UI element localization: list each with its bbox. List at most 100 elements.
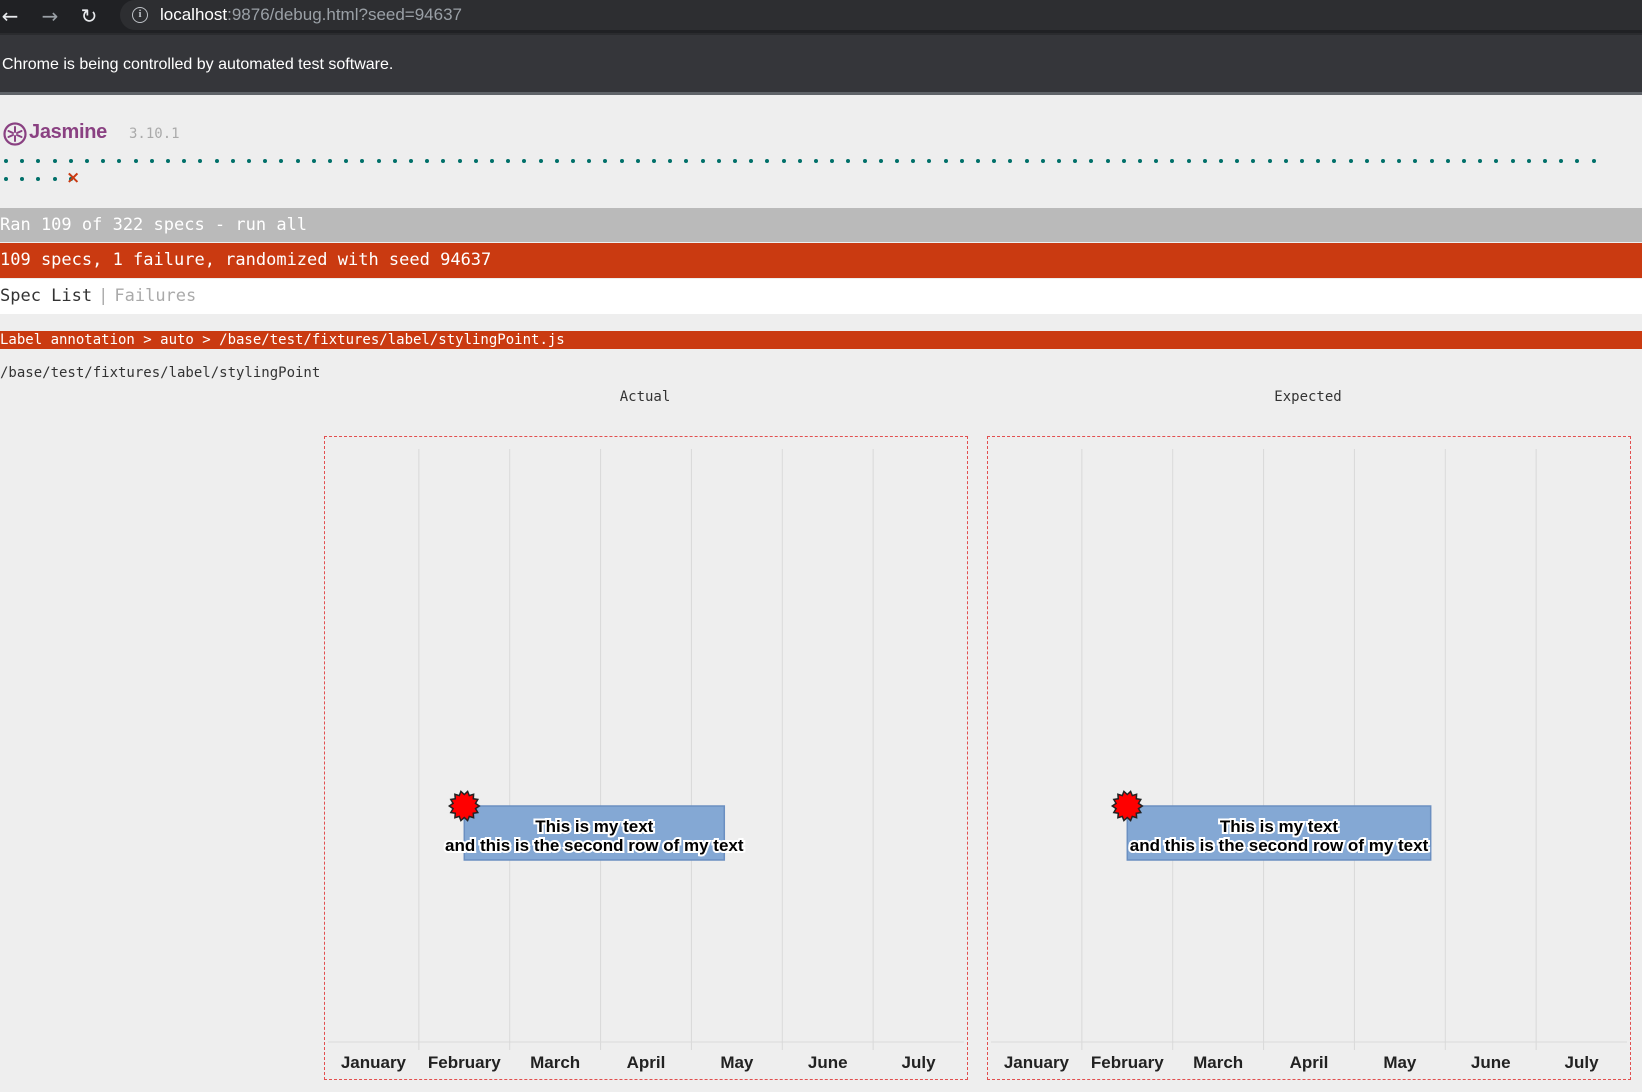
- passed-spec-dot[interactable]: [846, 159, 851, 163]
- ran-specs-text[interactable]: Ran 109 of 322 specs - run all: [0, 215, 307, 235]
- address-bar[interactable]: i localhost:9876/debug.html?seed=94637: [120, 0, 1642, 30]
- passed-spec-dot[interactable]: [749, 159, 754, 163]
- passed-spec-dot[interactable]: [166, 159, 170, 163]
- passed-spec-dot[interactable]: [571, 159, 575, 163]
- passed-spec-dot[interactable]: [425, 159, 430, 163]
- passed-spec-dot[interactable]: [1332, 159, 1337, 163]
- passed-spec-dot[interactable]: [1429, 159, 1434, 163]
- passed-spec-dot[interactable]: [1235, 159, 1240, 163]
- passed-spec-dot[interactable]: [263, 159, 268, 163]
- passed-spec-dot[interactable]: [392, 159, 397, 163]
- passed-spec-dot[interactable]: [1381, 159, 1385, 163]
- passed-spec-dot[interactable]: [895, 159, 899, 163]
- passed-spec-dot[interactable]: [52, 177, 57, 181]
- passed-spec-dot[interactable]: [992, 159, 997, 163]
- passed-spec-dot[interactable]: [1089, 159, 1094, 163]
- passed-spec-dot[interactable]: [927, 159, 932, 163]
- passed-spec-dot[interactable]: [603, 159, 608, 163]
- passed-spec-dot[interactable]: [1008, 159, 1013, 163]
- passed-spec-dot[interactable]: [1348, 159, 1353, 163]
- passed-spec-dot[interactable]: [409, 159, 413, 163]
- info-icon[interactable]: i: [132, 7, 148, 23]
- passed-spec-dot[interactable]: [862, 159, 867, 163]
- passed-spec-dot[interactable]: [149, 159, 154, 163]
- passed-spec-dot[interactable]: [1526, 159, 1531, 163]
- passed-spec-dot[interactable]: [506, 159, 511, 163]
- passed-spec-dot[interactable]: [814, 159, 818, 163]
- passed-spec-dot[interactable]: [1543, 159, 1547, 163]
- passed-spec-dot[interactable]: [295, 159, 300, 163]
- passed-spec-dot[interactable]: [247, 159, 251, 163]
- passed-spec-dot[interactable]: [522, 159, 527, 163]
- passed-spec-dot[interactable]: [1478, 159, 1483, 163]
- passed-spec-dot[interactable]: [279, 159, 284, 163]
- reload-icon[interactable]: ↻: [76, 3, 102, 29]
- passed-spec-dot[interactable]: [1251, 159, 1256, 163]
- passed-spec-dot[interactable]: [587, 159, 592, 163]
- passed-spec-dot[interactable]: [797, 159, 802, 163]
- passed-spec-dot[interactable]: [1575, 159, 1580, 163]
- passed-spec-dot[interactable]: [1154, 159, 1159, 163]
- passed-spec-dot[interactable]: [101, 159, 106, 163]
- passed-spec-dot[interactable]: [182, 159, 187, 163]
- passed-spec-dot[interactable]: [619, 159, 624, 163]
- passed-spec-dot[interactable]: [20, 159, 25, 163]
- passed-spec-dot[interactable]: [68, 159, 73, 163]
- passed-spec-dot[interactable]: [1494, 159, 1499, 163]
- passed-spec-dot[interactable]: [1591, 159, 1596, 163]
- passed-spec-dot[interactable]: [668, 159, 673, 163]
- passed-spec-dot[interactable]: [52, 159, 57, 163]
- passed-spec-dot[interactable]: [538, 159, 543, 163]
- passed-spec-dot[interactable]: [1316, 159, 1321, 163]
- passed-spec-dot[interactable]: [765, 159, 770, 163]
- passed-spec-dot[interactable]: [20, 177, 25, 181]
- passed-spec-dot[interactable]: [344, 159, 349, 163]
- passed-spec-dot[interactable]: [1219, 159, 1223, 163]
- passed-spec-dot[interactable]: [490, 159, 494, 163]
- passed-spec-dot[interactable]: [1170, 159, 1175, 163]
- passed-spec-dot[interactable]: [36, 177, 41, 181]
- passed-spec-dot[interactable]: [198, 159, 203, 163]
- passed-spec-dot[interactable]: [716, 159, 721, 163]
- passed-spec-dot[interactable]: [1073, 159, 1078, 163]
- url-text[interactable]: localhost:9876/debug.html?seed=94637: [160, 5, 462, 25]
- passed-spec-dot[interactable]: [959, 159, 964, 163]
- passed-spec-dot[interactable]: [1105, 159, 1110, 163]
- spec-list-link[interactable]: Spec List: [0, 286, 92, 306]
- passed-spec-dot[interactable]: [36, 159, 41, 163]
- passed-spec-dot[interactable]: [473, 159, 478, 163]
- ran-specs-bar[interactable]: Ran 109 of 322 specs - run all: [0, 208, 1642, 242]
- passed-spec-dot[interactable]: [635, 159, 640, 163]
- passed-spec-dot[interactable]: [133, 159, 138, 163]
- passed-spec-dot[interactable]: [1283, 159, 1288, 163]
- passed-spec-dot[interactable]: [117, 159, 122, 163]
- failing-spec-text[interactable]: Label annotation > auto > /base/test/fix…: [0, 332, 565, 348]
- passed-spec-dot[interactable]: [878, 159, 883, 163]
- passed-spec-dot[interactable]: [230, 159, 235, 163]
- passed-spec-dot[interactable]: [1300, 159, 1304, 163]
- passed-spec-dot[interactable]: [360, 159, 365, 163]
- passed-spec-dot[interactable]: [911, 159, 916, 163]
- back-arrow-icon[interactable]: ←: [0, 3, 23, 29]
- passed-spec-dot[interactable]: [1559, 159, 1564, 163]
- passed-spec-dot[interactable]: [1364, 159, 1369, 163]
- passed-spec-dot[interactable]: [943, 159, 948, 163]
- passed-spec-dot[interactable]: [976, 159, 980, 163]
- passed-spec-dot[interactable]: [830, 159, 835, 163]
- passed-spec-dot[interactable]: [1397, 159, 1402, 163]
- passed-spec-dot[interactable]: [733, 159, 737, 163]
- passed-spec-dot[interactable]: [781, 159, 786, 163]
- passed-spec-dot[interactable]: [1510, 159, 1515, 163]
- passed-spec-dot[interactable]: [4, 159, 8, 163]
- passed-spec-dot[interactable]: [1057, 159, 1061, 163]
- passed-spec-dot[interactable]: [376, 159, 381, 163]
- passed-spec-dot[interactable]: [1024, 159, 1029, 163]
- passed-spec-dot[interactable]: [684, 159, 689, 163]
- passed-spec-dot[interactable]: [554, 159, 559, 163]
- passed-spec-dot[interactable]: [1445, 159, 1450, 163]
- passed-spec-dot[interactable]: [85, 159, 89, 163]
- forward-arrow-icon[interactable]: →: [37, 3, 63, 29]
- failing-spec-description[interactable]: Label annotation > auto > /base/test/fix…: [0, 331, 1642, 349]
- passed-spec-dot[interactable]: [311, 159, 316, 163]
- passed-spec-dot[interactable]: [457, 159, 462, 163]
